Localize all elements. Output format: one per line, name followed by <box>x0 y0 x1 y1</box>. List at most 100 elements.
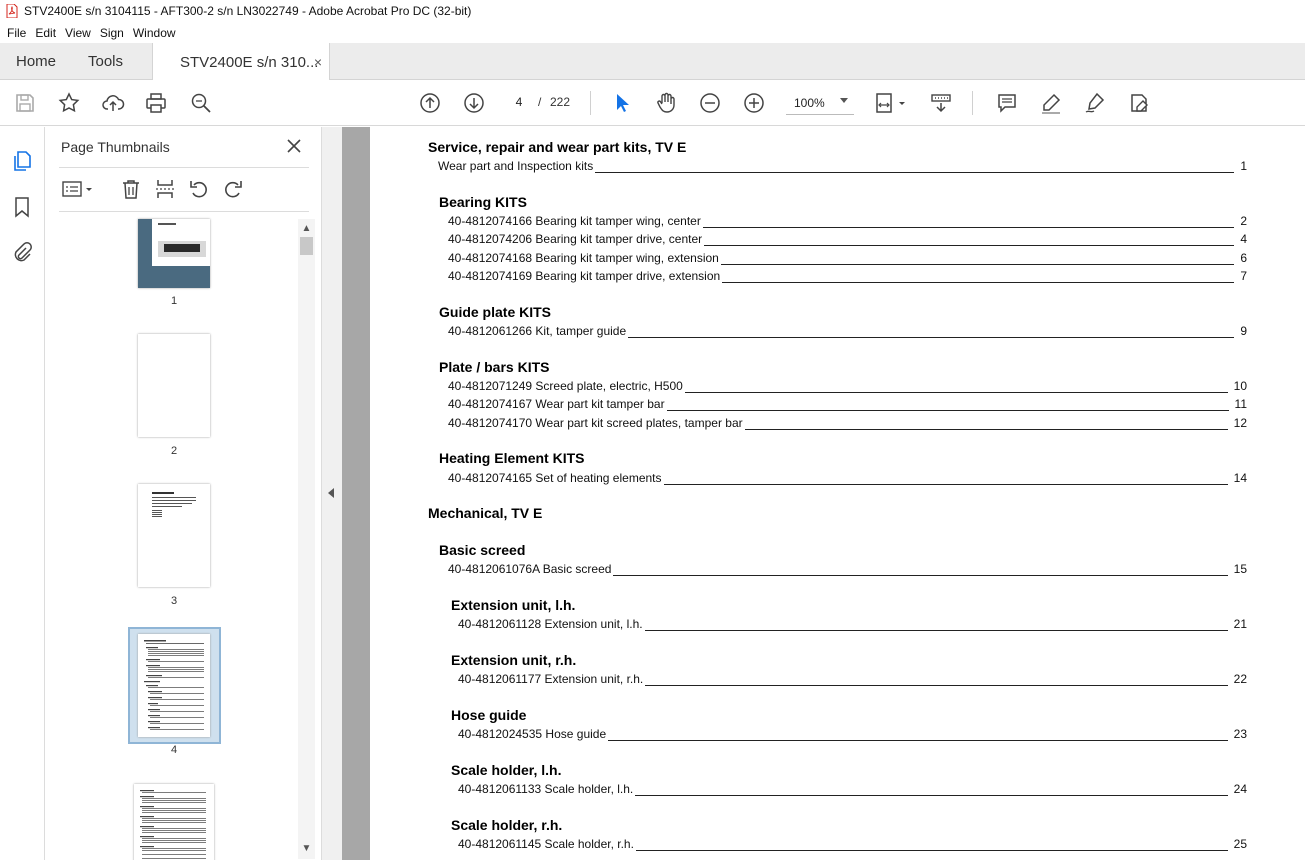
select-cursor-icon[interactable] <box>609 90 635 116</box>
thumbnail-tools <box>59 175 309 203</box>
bookmark-star-icon[interactable] <box>56 90 82 116</box>
thumbnail-label: 1 <box>170 295 178 307</box>
menu-sign[interactable]: Sign <box>100 26 124 40</box>
thumbnail-page-3[interactable] <box>138 484 210 587</box>
zoom-level-value: 100% <box>794 95 825 110</box>
thumbnail-list: 1 2 3 4 <box>45 215 300 860</box>
page-fit-icon[interactable] <box>873 90 909 116</box>
chevron-down-icon <box>840 98 848 103</box>
rotate-clockwise-icon[interactable] <box>221 177 245 201</box>
toc-entry[interactable]: 40-4812061128 Extension unit, l.h. 21 <box>458 617 1247 631</box>
panel-title: Page Thumbnails <box>61 139 170 155</box>
toc-entry[interactable]: 40-4812074168 Bearing kit tamper wing, e… <box>448 251 1247 265</box>
scroll-mode-icon[interactable] <box>928 90 954 116</box>
next-page-icon[interactable] <box>461 90 487 116</box>
thumbnail-page-4[interactable] <box>138 634 210 737</box>
toc-heading: Scale holder, l.h. <box>451 762 562 778</box>
toolbar-divider <box>590 91 591 115</box>
toc-heading: Extension unit, l.h. <box>451 597 576 613</box>
tab-tools[interactable]: Tools <box>88 43 123 80</box>
toc-heading: Heating Element KITS <box>439 450 585 466</box>
close-panel-icon[interactable] <box>285 137 303 155</box>
sign-pen-icon[interactable] <box>1082 90 1108 116</box>
collapse-left-icon[interactable] <box>328 488 334 498</box>
thumbnail-label: 3 <box>170 595 178 607</box>
attachments-paperclip-icon[interactable] <box>10 241 34 265</box>
toc-entry[interactable]: 40-4812074170 Wear part kit screed plate… <box>448 416 1247 430</box>
cloud-upload-icon[interactable] <box>100 90 126 116</box>
menu-view[interactable]: View <box>65 26 91 40</box>
toc-heading: Service, repair and wear part kits, TV E <box>428 139 687 155</box>
page-thumbnails-panel: Page Thumbnails 1 2 3 4 ▲ ▼ <box>45 127 322 860</box>
panel-divider <box>59 167 309 168</box>
thumbnail-label: 4 <box>170 744 178 756</box>
navigation-rail <box>0 127 45 860</box>
toc-heading: Extension unit, r.h. <box>451 652 577 668</box>
save-icon[interactable] <box>12 90 38 116</box>
toc-entry[interactable]: 40-4812074169 Bearing kit tamper drive, … <box>448 269 1247 283</box>
rotate-counterclockwise-icon[interactable] <box>187 177 211 201</box>
toc-page-image <box>140 790 206 859</box>
options-menu-icon[interactable] <box>61 177 95 201</box>
tab-document-label: STV2400E s/n 310... <box>180 53 319 71</box>
fill-sign-icon[interactable] <box>1126 90 1152 116</box>
menu-window[interactable]: Window <box>133 26 176 40</box>
toc-entry[interactable]: 40-4812061076A Basic screed 15 <box>448 562 1247 576</box>
thumbnail-page-1[interactable] <box>138 219 210 288</box>
thumbnail-page-5[interactable] <box>134 784 214 860</box>
zoom-in-icon[interactable] <box>741 90 767 116</box>
menu-file[interactable]: File <box>7 26 26 40</box>
toc-entry[interactable]: 40-4812074206 Bearing kit tamper drive, … <box>448 232 1247 246</box>
page-thumbnails-icon[interactable] <box>10 149 34 173</box>
menu-bar: File Edit View Sign Window <box>0 22 1305 43</box>
toc-entry[interactable]: 40-4812071249 Screed plate, electric, H5… <box>448 379 1247 393</box>
toolbar-divider <box>972 91 973 115</box>
toc-entry[interactable]: 40-4812074165 Set of heating elements 14 <box>448 471 1247 485</box>
tab-home[interactable]: Home <box>16 43 56 80</box>
toc-heading: Scale holder, r.h. <box>451 817 563 833</box>
acrobat-pdf-icon <box>6 4 18 18</box>
window-title: STV2400E s/n 3104115 - AFT300-2 s/n LN30… <box>24 4 472 18</box>
toc-heading: Basic screed <box>439 542 526 558</box>
toc-heading: Mechanical, TV E <box>428 505 543 521</box>
toc-entry[interactable]: 40-4812061266 Kit, tamper guide 9 <box>448 324 1247 338</box>
toc-entry[interactable]: 40-4812024535 Hose guide 23 <box>458 727 1247 741</box>
pdf-page: Service, repair and wear part kits, TV E… <box>370 127 1305 860</box>
zoom-out-icon[interactable] <box>697 90 723 116</box>
tab-document[interactable]: STV2400E s/n 310... × <box>152 43 330 81</box>
close-tab-icon[interactable]: × <box>314 54 322 70</box>
thumbnail-page-2[interactable] <box>138 334 210 437</box>
toc-entry[interactable]: 40-4812074167 Wear part kit tamper bar 11 <box>448 397 1247 411</box>
toc-heading: Bearing KITS <box>439 194 527 210</box>
comment-icon[interactable] <box>994 90 1020 116</box>
scrollbar-thumb[interactable] <box>300 237 313 255</box>
bookmarks-icon[interactable] <box>10 195 34 219</box>
text-page-image <box>152 492 196 517</box>
toc-entry[interactable]: 40-4812061133 Scale holder, l.h. 24 <box>458 782 1247 796</box>
highlight-pen-icon[interactable] <box>1038 90 1064 116</box>
scroll-up-icon[interactable]: ▲ <box>301 223 312 234</box>
delete-trash-icon[interactable] <box>119 177 143 201</box>
toc-entry[interactable]: 40-4812061145 Scale holder, r.h. 25 <box>458 837 1247 851</box>
search-zoom-icon[interactable] <box>188 90 214 116</box>
extract-pages-icon[interactable] <box>153 177 177 201</box>
panel-divider <box>59 211 309 212</box>
toc-entry[interactable]: 40-4812074166 Bearing kit tamper wing, c… <box>448 214 1247 228</box>
thumbnail-scrollbar[interactable]: ▲ ▼ <box>298 219 315 859</box>
title-bar: STV2400E s/n 3104115 - AFT300-2 s/n LN30… <box>0 0 1305 22</box>
toc-heading: Guide plate KITS <box>439 304 552 320</box>
previous-page-icon[interactable] <box>417 90 443 116</box>
scroll-down-icon[interactable]: ▼ <box>301 843 312 854</box>
toc-entry[interactable]: Wear part and Inspection kits 1 <box>438 159 1247 173</box>
panel-collapse-gutter[interactable] <box>322 127 342 860</box>
zoom-level-select[interactable]: 100% <box>786 91 854 115</box>
toc-heading: Plate / bars KITS <box>439 359 550 375</box>
hand-tool-icon[interactable] <box>653 90 679 116</box>
tab-bar: Home Tools STV2400E s/n 310... × <box>0 43 1305 81</box>
toc-entry[interactable]: 40-4812061177 Extension unit, r.h. 22 <box>458 672 1247 686</box>
print-icon[interactable] <box>143 90 169 116</box>
menu-edit[interactable]: Edit <box>35 26 56 40</box>
thumbnail-label: 2 <box>170 445 178 457</box>
total-pages: 222 <box>550 95 571 109</box>
page-number-input[interactable]: 4 <box>503 90 535 114</box>
